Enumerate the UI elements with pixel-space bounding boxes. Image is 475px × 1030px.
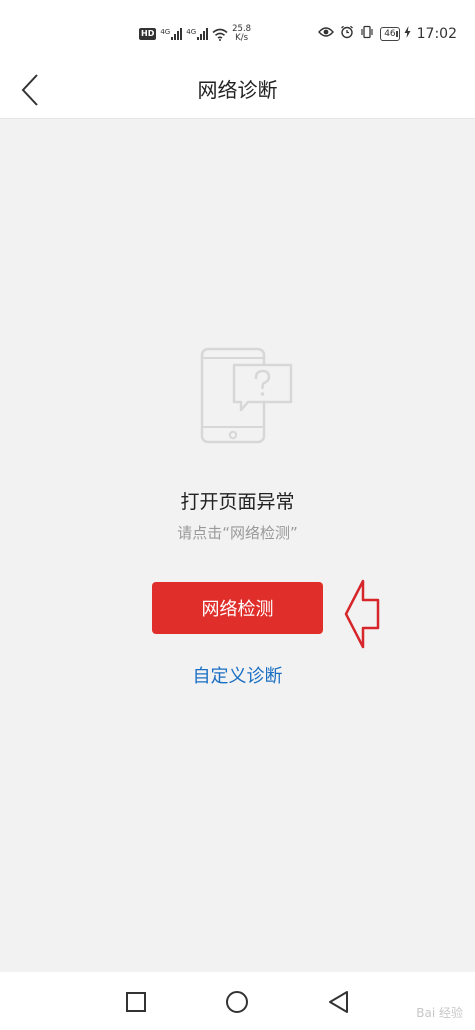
charging-icon	[404, 26, 411, 42]
system-navigation-bar	[0, 972, 475, 1030]
network-detect-button[interactable]: 网络检测	[152, 582, 323, 634]
clock-time: 17:02	[416, 26, 457, 42]
eye-icon	[318, 26, 335, 42]
signal-strength-icon: 4G	[160, 28, 183, 40]
recent-apps-button[interactable]	[125, 991, 147, 1013]
watermark: Bai 经验	[416, 1006, 463, 1020]
custom-diagnosis-link[interactable]: 自定义诊断	[0, 662, 475, 688]
network-speed-unit: K/s	[235, 33, 249, 43]
status-bar: HD 4G 4G 25.8 K/s 46 17:02	[0, 0, 475, 62]
battery-level: 46	[384, 29, 396, 39]
hd-badge: HD	[139, 28, 157, 40]
vibrate-icon	[360, 25, 374, 43]
phone-question-icon	[200, 347, 293, 444]
signal-strength-icon: 4G	[186, 28, 209, 40]
error-title: 打开页面异常	[180, 491, 295, 513]
alarm-icon	[340, 25, 354, 43]
chevron-left-icon	[21, 74, 38, 106]
arrow-left-icon	[344, 579, 380, 649]
home-button[interactable]	[225, 990, 249, 1014]
battery-icon: 46	[380, 27, 400, 41]
error-subtitle: 请点击“网络检测”	[177, 524, 298, 542]
status-right: 46 17:02	[318, 22, 457, 46]
network-speed: 25.8 K/s	[232, 25, 251, 43]
app-header: 网络诊断	[0, 62, 475, 119]
wifi-icon	[212, 28, 228, 41]
page-title: 网络诊断	[197, 78, 278, 102]
back-triangle-button[interactable]	[327, 990, 349, 1014]
status-left: HD 4G 4G 25.8 K/s	[139, 22, 251, 46]
back-button[interactable]	[10, 68, 50, 112]
